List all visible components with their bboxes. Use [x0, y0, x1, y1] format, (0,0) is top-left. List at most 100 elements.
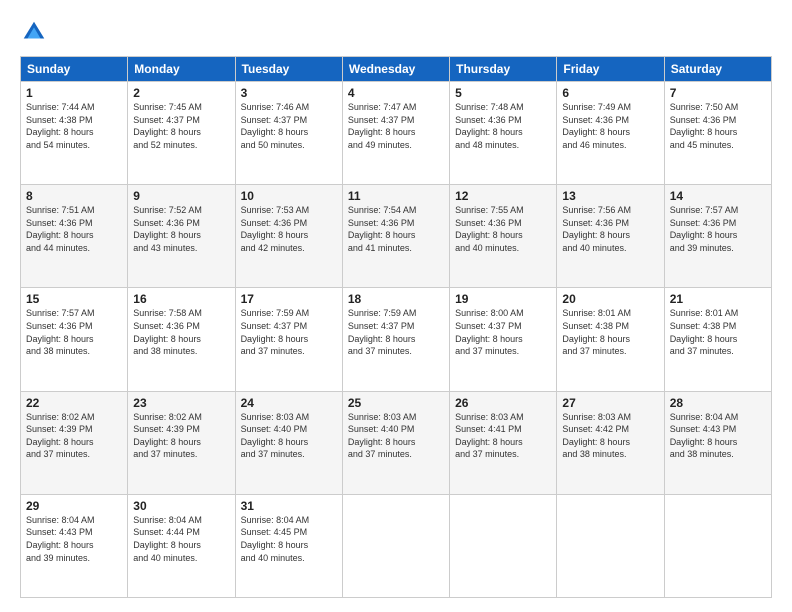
calendar-cell: 25Sunrise: 8:03 AM Sunset: 4:40 PM Dayli…: [342, 391, 449, 494]
week-row-1: 1Sunrise: 7:44 AM Sunset: 4:38 PM Daylig…: [21, 82, 772, 185]
day-info: Sunrise: 8:02 AM Sunset: 4:39 PM Dayligh…: [133, 411, 229, 461]
day-info: Sunrise: 8:03 AM Sunset: 4:41 PM Dayligh…: [455, 411, 551, 461]
calendar-cell: 26Sunrise: 8:03 AM Sunset: 4:41 PM Dayli…: [450, 391, 557, 494]
day-number: 20: [562, 292, 658, 306]
calendar-cell: 13Sunrise: 7:56 AM Sunset: 4:36 PM Dayli…: [557, 185, 664, 288]
day-number: 6: [562, 86, 658, 100]
weekday-header-sunday: Sunday: [21, 57, 128, 82]
page-header: [20, 18, 772, 46]
logo: [20, 18, 52, 46]
weekday-header-tuesday: Tuesday: [235, 57, 342, 82]
calendar-cell: 5Sunrise: 7:48 AM Sunset: 4:36 PM Daylig…: [450, 82, 557, 185]
day-number: 23: [133, 396, 229, 410]
calendar-cell: 24Sunrise: 8:03 AM Sunset: 4:40 PM Dayli…: [235, 391, 342, 494]
day-info: Sunrise: 8:04 AM Sunset: 4:45 PM Dayligh…: [241, 514, 337, 564]
day-info: Sunrise: 7:44 AM Sunset: 4:38 PM Dayligh…: [26, 101, 122, 151]
weekday-header-friday: Friday: [557, 57, 664, 82]
calendar-cell: 29Sunrise: 8:04 AM Sunset: 4:43 PM Dayli…: [21, 494, 128, 597]
day-info: Sunrise: 7:59 AM Sunset: 4:37 PM Dayligh…: [241, 307, 337, 357]
calendar-cell: 10Sunrise: 7:53 AM Sunset: 4:36 PM Dayli…: [235, 185, 342, 288]
weekday-header-row: SundayMondayTuesdayWednesdayThursdayFrid…: [21, 57, 772, 82]
day-number: 4: [348, 86, 444, 100]
day-info: Sunrise: 7:51 AM Sunset: 4:36 PM Dayligh…: [26, 204, 122, 254]
day-number: 13: [562, 189, 658, 203]
day-number: 29: [26, 499, 122, 513]
calendar-page: SundayMondayTuesdayWednesdayThursdayFrid…: [0, 0, 792, 612]
day-info: Sunrise: 7:45 AM Sunset: 4:37 PM Dayligh…: [133, 101, 229, 151]
calendar-cell: 20Sunrise: 8:01 AM Sunset: 4:38 PM Dayli…: [557, 288, 664, 391]
calendar-cell: 18Sunrise: 7:59 AM Sunset: 4:37 PM Dayli…: [342, 288, 449, 391]
calendar-cell: 15Sunrise: 7:57 AM Sunset: 4:36 PM Dayli…: [21, 288, 128, 391]
calendar-cell: 27Sunrise: 8:03 AM Sunset: 4:42 PM Dayli…: [557, 391, 664, 494]
day-number: 9: [133, 189, 229, 203]
day-info: Sunrise: 7:48 AM Sunset: 4:36 PM Dayligh…: [455, 101, 551, 151]
day-info: Sunrise: 7:57 AM Sunset: 4:36 PM Dayligh…: [670, 204, 766, 254]
weekday-header-wednesday: Wednesday: [342, 57, 449, 82]
day-info: Sunrise: 8:04 AM Sunset: 4:43 PM Dayligh…: [670, 411, 766, 461]
day-number: 12: [455, 189, 551, 203]
calendar-cell: 22Sunrise: 8:02 AM Sunset: 4:39 PM Dayli…: [21, 391, 128, 494]
calendar-cell: 11Sunrise: 7:54 AM Sunset: 4:36 PM Dayli…: [342, 185, 449, 288]
day-info: Sunrise: 7:55 AM Sunset: 4:36 PM Dayligh…: [455, 204, 551, 254]
calendar-table: SundayMondayTuesdayWednesdayThursdayFrid…: [20, 56, 772, 598]
calendar-cell: 28Sunrise: 8:04 AM Sunset: 4:43 PM Dayli…: [664, 391, 771, 494]
day-number: 21: [670, 292, 766, 306]
day-number: 15: [26, 292, 122, 306]
calendar-cell: [664, 494, 771, 597]
calendar-cell: 19Sunrise: 8:00 AM Sunset: 4:37 PM Dayli…: [450, 288, 557, 391]
calendar-cell: 2Sunrise: 7:45 AM Sunset: 4:37 PM Daylig…: [128, 82, 235, 185]
week-row-4: 22Sunrise: 8:02 AM Sunset: 4:39 PM Dayli…: [21, 391, 772, 494]
day-number: 24: [241, 396, 337, 410]
calendar-cell: 16Sunrise: 7:58 AM Sunset: 4:36 PM Dayli…: [128, 288, 235, 391]
day-info: Sunrise: 8:03 AM Sunset: 4:40 PM Dayligh…: [348, 411, 444, 461]
day-number: 7: [670, 86, 766, 100]
calendar-cell: 12Sunrise: 7:55 AM Sunset: 4:36 PM Dayli…: [450, 185, 557, 288]
weekday-header-thursday: Thursday: [450, 57, 557, 82]
day-info: Sunrise: 7:59 AM Sunset: 4:37 PM Dayligh…: [348, 307, 444, 357]
day-number: 14: [670, 189, 766, 203]
day-number: 25: [348, 396, 444, 410]
day-info: Sunrise: 7:54 AM Sunset: 4:36 PM Dayligh…: [348, 204, 444, 254]
calendar-cell: 6Sunrise: 7:49 AM Sunset: 4:36 PM Daylig…: [557, 82, 664, 185]
day-info: Sunrise: 8:04 AM Sunset: 4:43 PM Dayligh…: [26, 514, 122, 564]
calendar-cell: 1Sunrise: 7:44 AM Sunset: 4:38 PM Daylig…: [21, 82, 128, 185]
day-number: 10: [241, 189, 337, 203]
calendar-cell: [342, 494, 449, 597]
weekday-header-monday: Monday: [128, 57, 235, 82]
day-info: Sunrise: 7:49 AM Sunset: 4:36 PM Dayligh…: [562, 101, 658, 151]
calendar-cell: 9Sunrise: 7:52 AM Sunset: 4:36 PM Daylig…: [128, 185, 235, 288]
day-number: 26: [455, 396, 551, 410]
day-number: 2: [133, 86, 229, 100]
day-info: Sunrise: 7:46 AM Sunset: 4:37 PM Dayligh…: [241, 101, 337, 151]
calendar-cell: 31Sunrise: 8:04 AM Sunset: 4:45 PM Dayli…: [235, 494, 342, 597]
day-info: Sunrise: 8:03 AM Sunset: 4:40 PM Dayligh…: [241, 411, 337, 461]
week-row-5: 29Sunrise: 8:04 AM Sunset: 4:43 PM Dayli…: [21, 494, 772, 597]
day-number: 28: [670, 396, 766, 410]
day-number: 11: [348, 189, 444, 203]
day-info: Sunrise: 7:56 AM Sunset: 4:36 PM Dayligh…: [562, 204, 658, 254]
logo-icon: [20, 18, 48, 46]
day-info: Sunrise: 8:02 AM Sunset: 4:39 PM Dayligh…: [26, 411, 122, 461]
day-number: 30: [133, 499, 229, 513]
day-info: Sunrise: 7:50 AM Sunset: 4:36 PM Dayligh…: [670, 101, 766, 151]
calendar-cell: 7Sunrise: 7:50 AM Sunset: 4:36 PM Daylig…: [664, 82, 771, 185]
day-number: 18: [348, 292, 444, 306]
day-info: Sunrise: 8:04 AM Sunset: 4:44 PM Dayligh…: [133, 514, 229, 564]
calendar-cell: 3Sunrise: 7:46 AM Sunset: 4:37 PM Daylig…: [235, 82, 342, 185]
day-number: 8: [26, 189, 122, 203]
day-info: Sunrise: 7:58 AM Sunset: 4:36 PM Dayligh…: [133, 307, 229, 357]
day-info: Sunrise: 7:47 AM Sunset: 4:37 PM Dayligh…: [348, 101, 444, 151]
day-info: Sunrise: 8:01 AM Sunset: 4:38 PM Dayligh…: [562, 307, 658, 357]
weekday-header-saturday: Saturday: [664, 57, 771, 82]
day-number: 16: [133, 292, 229, 306]
calendar-cell: 8Sunrise: 7:51 AM Sunset: 4:36 PM Daylig…: [21, 185, 128, 288]
day-info: Sunrise: 7:52 AM Sunset: 4:36 PM Dayligh…: [133, 204, 229, 254]
week-row-3: 15Sunrise: 7:57 AM Sunset: 4:36 PM Dayli…: [21, 288, 772, 391]
week-row-2: 8Sunrise: 7:51 AM Sunset: 4:36 PM Daylig…: [21, 185, 772, 288]
day-info: Sunrise: 8:00 AM Sunset: 4:37 PM Dayligh…: [455, 307, 551, 357]
calendar-cell: 30Sunrise: 8:04 AM Sunset: 4:44 PM Dayli…: [128, 494, 235, 597]
calendar-cell: [450, 494, 557, 597]
day-number: 1: [26, 86, 122, 100]
day-info: Sunrise: 8:03 AM Sunset: 4:42 PM Dayligh…: [562, 411, 658, 461]
day-number: 22: [26, 396, 122, 410]
